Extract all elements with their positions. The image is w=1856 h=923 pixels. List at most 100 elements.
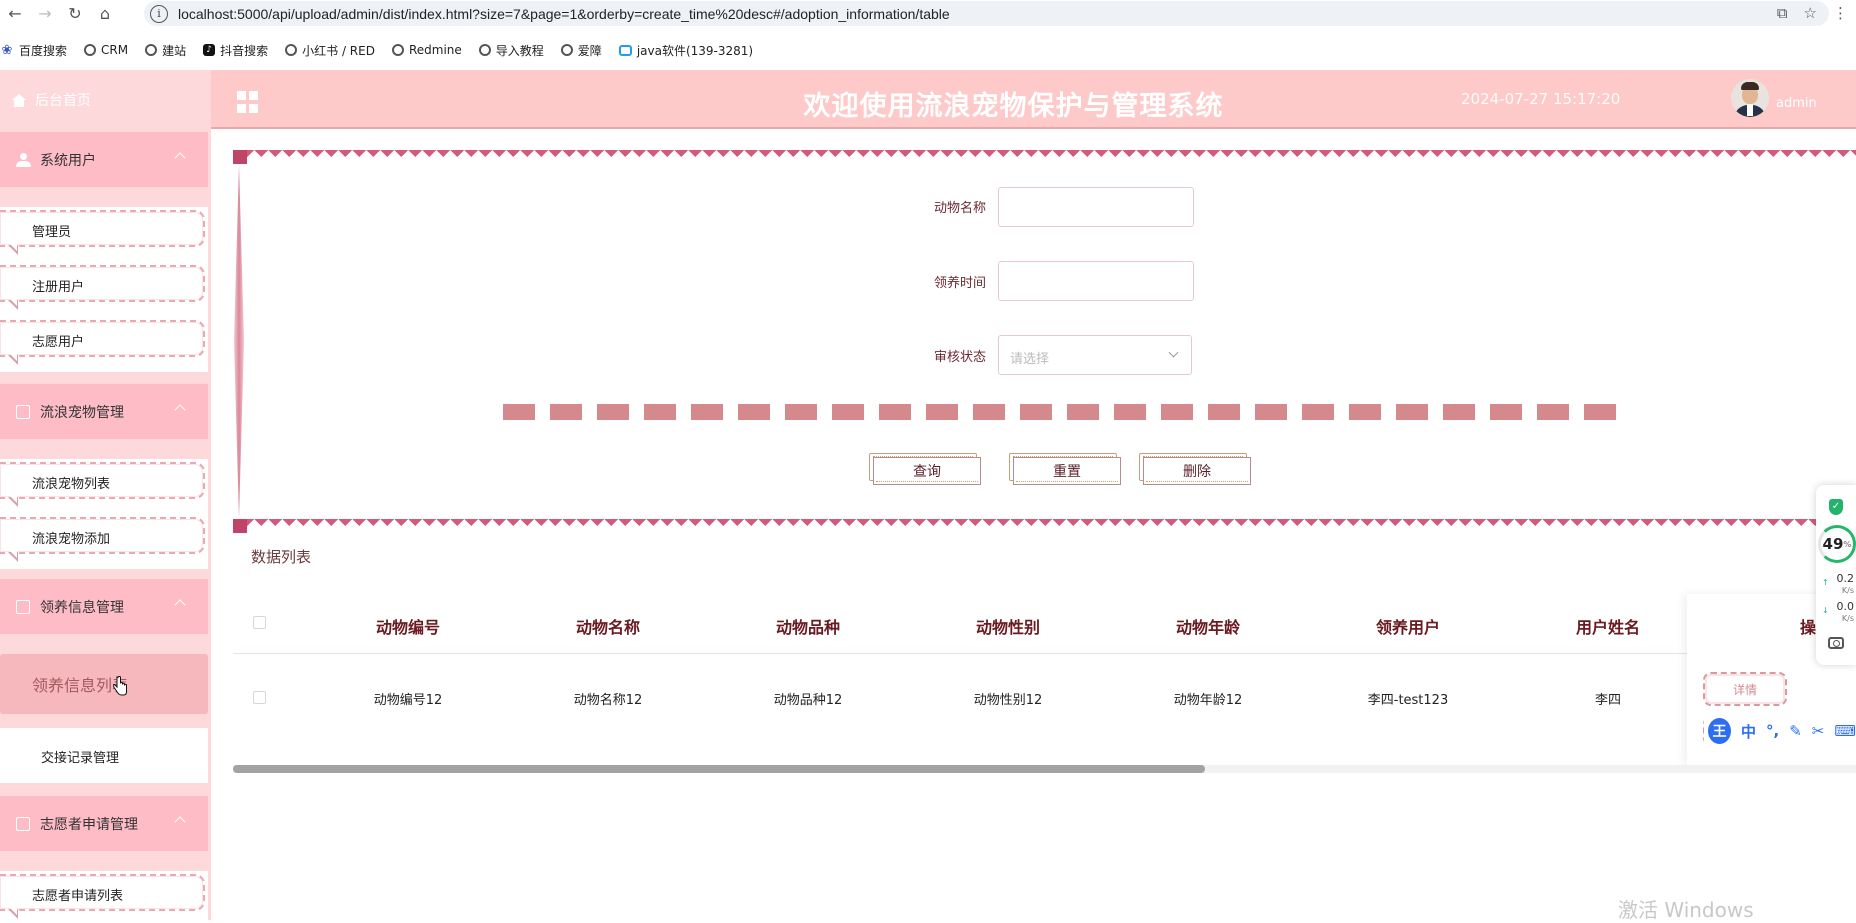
- globe-icon: [560, 44, 573, 56]
- chevron-down-icon: [1168, 347, 1179, 358]
- net-upload: ↑ 0.2 K/s: [1822, 572, 1854, 596]
- avatar[interactable]: [1731, 79, 1769, 117]
- data-list-title: 数据列表: [251, 548, 312, 566]
- table-row[interactable]: 动物编号12 动物名称12 动物品种12 动物性别12 动物年龄12 李四-te…: [233, 655, 1856, 739]
- home-icon: [12, 93, 26, 107]
- status-placeholder: 请选择: [1010, 352, 1050, 367]
- column-header: 动物编号: [375, 618, 440, 637]
- menu-group-stray-pets[interactable]: 流浪宠物管理: [0, 384, 208, 439]
- scrollbar-thumb[interactable]: [233, 765, 1205, 773]
- cell-animal-age: 动物年龄12: [1173, 693, 1243, 708]
- zigzag-border-top: [233, 150, 1856, 164]
- menu-group-adoption[interactable]: 领养信息管理: [0, 579, 208, 634]
- table-horizontal-scrollbar[interactable]: [233, 765, 1856, 773]
- sidebar-item-admin[interactable]: 管理员: [0, 207, 208, 262]
- query-button[interactable]: 查询: [869, 453, 981, 485]
- detail-button[interactable]: 详情: [1703, 672, 1787, 706]
- sidebar-item-volunteer-list[interactable]: 志愿者申请列表: [0, 871, 208, 920]
- sidebar-item-adoption-list[interactable]: 领养信息列表: [0, 654, 208, 714]
- globe-icon: [145, 44, 158, 56]
- pen-icon[interactable]: ✎: [1789, 722, 1802, 740]
- header-username[interactable]: admin: [1776, 96, 1817, 111]
- zigzag-border-bottom: [233, 519, 1856, 533]
- menu-icon[interactable]: ⋮: [1833, 4, 1848, 22]
- globe-icon: [84, 44, 97, 56]
- sidebar-item-volunteer-user[interactable]: 志愿用户: [0, 317, 208, 372]
- adopt-time-input[interactable]: [998, 261, 1194, 301]
- globe-icon: [285, 44, 298, 56]
- left-decoration: [233, 164, 245, 519]
- reset-button[interactable]: 重置: [1009, 453, 1121, 485]
- sidebar-item-handover[interactable]: 交接记录管理: [0, 728, 208, 783]
- bookmark-douyin[interactable]: ♪ 抖音搜索: [203, 42, 268, 59]
- row-checkbox[interactable]: [253, 691, 266, 704]
- bookmark-import-tutorial[interactable]: 导入教程: [478, 42, 544, 59]
- reload-icon[interactable]: ↻: [60, 0, 90, 27]
- cell-animal-id: 动物编号12: [373, 693, 443, 708]
- keyboard-icon[interactable]: ⌨: [1834, 722, 1856, 740]
- camera-icon[interactable]: [1828, 637, 1844, 649]
- top-header: 欢迎使用流浪宠物保护与管理系统 2024-07-27 15:17:20 admi…: [211, 70, 1856, 129]
- sidebar-home[interactable]: 后台首页: [0, 70, 211, 130]
- tv-icon: [618, 44, 632, 56]
- select-all-checkbox[interactable]: [253, 616, 266, 629]
- ime-toolbar[interactable]: 王 中 °, ✎ ✂ ⌨: [1704, 716, 1856, 746]
- address-bar[interactable]: i localhost:5000/api/upload/admin/dist/i…: [144, 1, 1829, 26]
- scissors-icon[interactable]: ✂: [1812, 722, 1825, 740]
- search-panel: 动物名称 领养时间 审核状态 请选择 查询 重置 删除: [233, 150, 1856, 535]
- chevron-up-icon: [174, 816, 186, 828]
- ime-chinese-mode[interactable]: 中: [1741, 721, 1756, 742]
- column-header: 动物名称: [575, 618, 640, 637]
- install-app-icon[interactable]: ⧉: [1777, 4, 1788, 22]
- sidebar-item-registered-user[interactable]: 注册用户: [0, 262, 208, 317]
- windows-activation-watermark: 激活 Windows: [1618, 898, 1754, 922]
- menu-group-system-users[interactable]: 系统用户: [0, 132, 208, 187]
- bookmark-xiaohongshu[interactable]: 小红书 / RED: [285, 42, 375, 59]
- baidu-icon: ❀: [1, 42, 13, 58]
- url-text[interactable]: localhost:5000/api/upload/admin/dist/ind…: [178, 6, 950, 22]
- sidebar-item-pet-add[interactable]: 流浪宠物添加: [0, 514, 208, 569]
- delete-button[interactable]: 删除: [1139, 453, 1251, 485]
- ime-logo-icon[interactable]: 王: [1708, 718, 1731, 744]
- animal-name-input[interactable]: [998, 187, 1194, 227]
- column-header: 领养用户: [1375, 618, 1440, 637]
- column-header: 动物品种: [775, 618, 840, 637]
- table-header: 动物编号 动物名称 动物品种 动物性别 动物年龄 领养用户 用户姓名: [233, 594, 1856, 654]
- bookmarks-bar: ❀ 百度搜索 CRM 建站 ♪ 抖音搜索 小红书 / RED Redmine 导入教…: [0, 38, 1856, 62]
- back-icon[interactable]: ←: [0, 0, 30, 27]
- globe-icon: [478, 44, 491, 56]
- data-table: 动物编号 动物名称 动物品种 动物性别 动物年龄 领养用户 用户姓名 动物编号1…: [233, 594, 1856, 774]
- forward-icon[interactable]: →: [30, 0, 60, 27]
- bookmark-java-software[interactable]: java软件(139-3281): [618, 42, 753, 59]
- bookmark-jianzhan[interactable]: 建站: [145, 42, 186, 59]
- bookmark-star-icon[interactable]: ☆: [1804, 4, 1817, 22]
- performance-widget[interactable]: ✓ 49% ↑ 0.2 K/s ↓ 0.0 K/s: [1816, 485, 1856, 665]
- browser-toolbar: ← → ↻ ⌂ i localhost:5000/api/upload/admi…: [0, 0, 1856, 27]
- site-info-icon[interactable]: i: [150, 4, 168, 23]
- cell-adopt-user: 李四-test123: [1367, 693, 1449, 708]
- edit-doc-icon: [16, 404, 30, 419]
- edit-doc-icon: [16, 599, 30, 614]
- cell-user-name: 李四: [1594, 693, 1621, 708]
- status-select[interactable]: 请选择: [998, 335, 1192, 375]
- punctuation-icon[interactable]: °,: [1766, 722, 1779, 740]
- column-header: 动物年龄: [1175, 618, 1240, 637]
- column-header: 用户姓名: [1575, 618, 1640, 637]
- bookmark-aizhang[interactable]: 爱障: [560, 42, 602, 59]
- animal-name-label: 动物名称: [933, 201, 986, 216]
- bookmark-baidu[interactable]: ❀ 百度搜索: [0, 42, 67, 59]
- chevron-up-icon: [174, 599, 186, 611]
- home-icon[interactable]: ⌂: [90, 0, 120, 27]
- bookmark-redmine[interactable]: Redmine: [391, 43, 462, 57]
- shield-check-icon: ✓: [1829, 499, 1843, 515]
- status-label: 审核状态: [933, 350, 986, 365]
- cell-animal-gender: 动物性别12: [973, 693, 1043, 708]
- bookmark-crm[interactable]: CRM: [84, 43, 128, 57]
- user-icon: [16, 152, 31, 167]
- net-download: ↓ 0.0 K/s: [1822, 600, 1854, 624]
- sidebar-item-pet-list[interactable]: 流浪宠物列表: [0, 459, 208, 514]
- menu-group-volunteer[interactable]: 志愿者申请管理: [0, 796, 208, 851]
- globe-icon: [391, 44, 404, 56]
- dashed-divider: [503, 404, 1623, 420]
- chevron-up-icon: [174, 404, 186, 416]
